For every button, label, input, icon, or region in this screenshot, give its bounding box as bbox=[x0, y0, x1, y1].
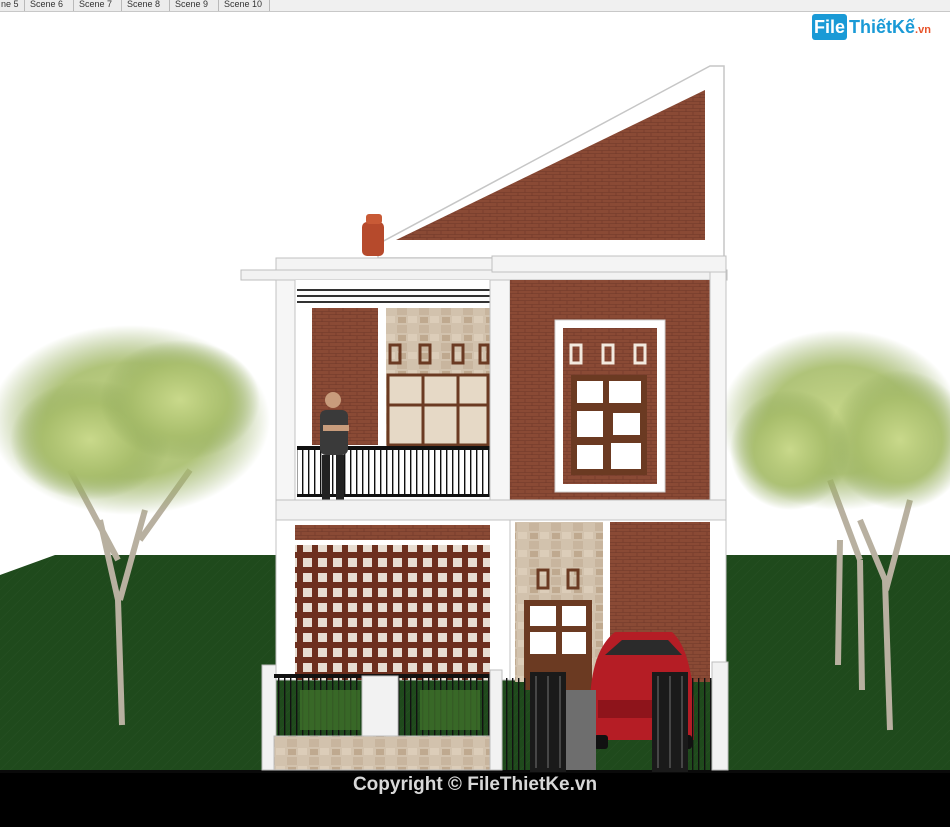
pergola-slats bbox=[295, 282, 492, 308]
front-fence bbox=[261, 664, 503, 771]
logo-box-text: File bbox=[812, 14, 848, 40]
filethietke-logo: File ThiếtKế.vn bbox=[812, 14, 931, 40]
scene-tab-9[interactable]: Scene 9 bbox=[170, 0, 219, 11]
upper-right-wall bbox=[510, 271, 727, 503]
column-left bbox=[275, 279, 296, 503]
upper-balcony bbox=[295, 280, 492, 500]
scene-tab-7[interactable]: Scene 7 bbox=[74, 0, 122, 11]
scene-tab-bar: ne 5 Scene 6 Scene 7 Scene 8 Scene 9 Sce… bbox=[0, 0, 950, 12]
water-tank bbox=[362, 214, 384, 256]
column-mid bbox=[489, 279, 511, 503]
copyright-text: Copyright © FileThietKe.vn bbox=[352, 774, 598, 795]
ground-left bbox=[275, 519, 511, 681]
parapet-left bbox=[275, 257, 511, 271]
sloped-roof bbox=[377, 65, 725, 259]
scene-tab-6[interactable]: Scene 6 bbox=[25, 0, 74, 11]
copyright-bar: Copyright © FileThietKe.vn bbox=[0, 773, 950, 827]
scene-tab-10[interactable]: Scene 10 bbox=[219, 0, 270, 11]
scene-tab-8[interactable]: Scene 8 bbox=[122, 0, 170, 11]
scene-tab-5[interactable]: ne 5 bbox=[0, 0, 25, 11]
parapet-right bbox=[491, 255, 727, 273]
viewport-3d-scene[interactable] bbox=[0, 12, 950, 773]
logo-main-text: ThiếtKế bbox=[849, 17, 916, 37]
brick-lattice-screen bbox=[295, 545, 490, 680]
logo-suffix: .vn bbox=[915, 24, 931, 36]
floor-slab bbox=[275, 499, 727, 521]
